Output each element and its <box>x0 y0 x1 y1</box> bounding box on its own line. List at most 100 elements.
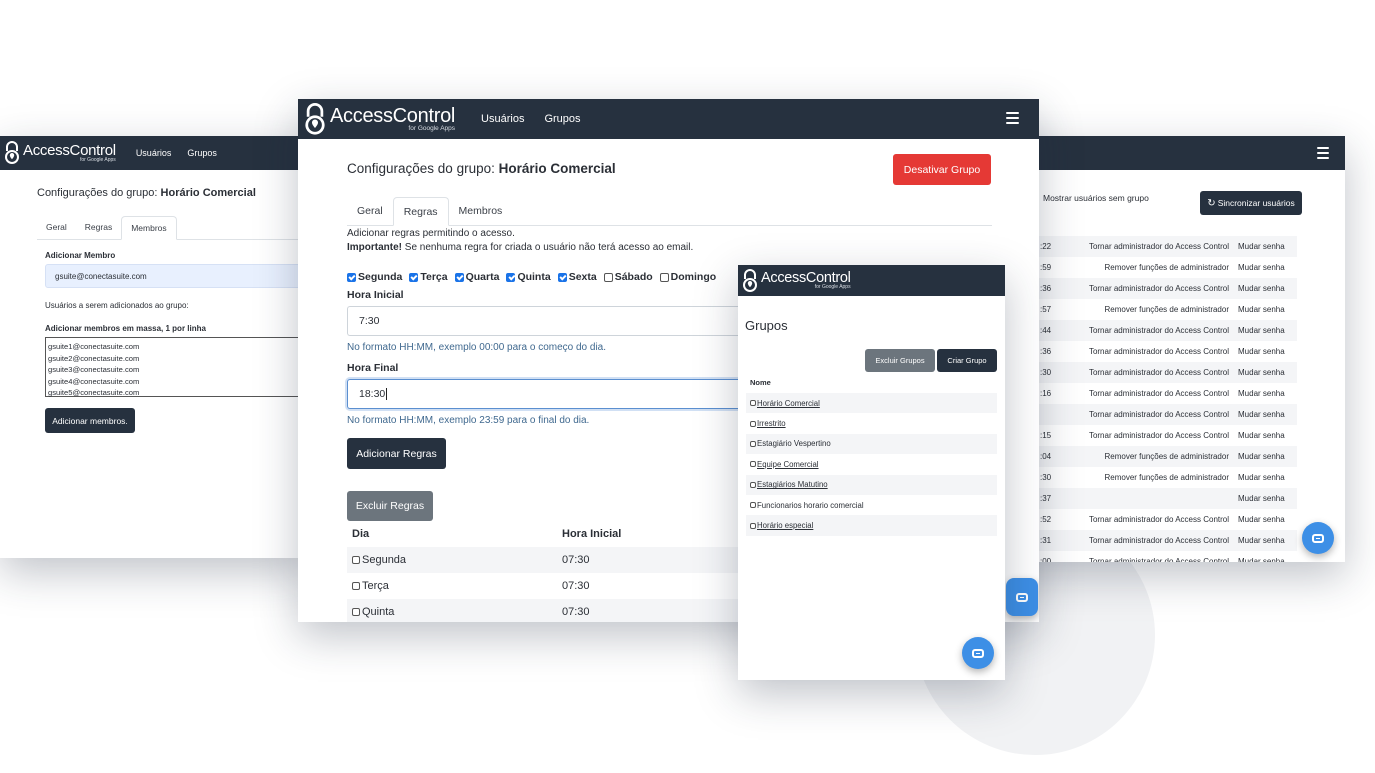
day-checkbox[interactable] <box>603 272 613 282</box>
row-change-password-link[interactable]: Mudar senha <box>1238 536 1285 545</box>
row-checkbox[interactable] <box>352 556 360 564</box>
row-admin-link[interactable]: Tornar administrador do Access Control <box>1089 284 1229 293</box>
day-checkbox[interactable] <box>347 272 356 282</box>
add-rules-button[interactable]: Adicionar Regras <box>347 438 446 469</box>
group-checkbox[interactable] <box>750 481 756 488</box>
chat-button[interactable] <box>1302 522 1334 554</box>
sync-users-button[interactable]: ↻ Sincronizar usuários <box>1200 191 1302 215</box>
day-checkbox[interactable] <box>409 272 419 282</box>
day-checkbox-item[interactable]: Sexta <box>557 271 597 283</box>
group-name-link[interactable]: Horário Comercial <box>757 399 820 408</box>
chat-button[interactable] <box>962 637 994 669</box>
row-time: :30 <box>1040 368 1052 377</box>
day-checkbox-item[interactable]: Domingo <box>659 271 716 283</box>
tab-membros[interactable]: Membros <box>121 216 177 240</box>
table-row: Segunda 07:30 <box>347 547 767 573</box>
group-checkbox[interactable] <box>750 461 756 468</box>
day-checkbox-item[interactable]: Sábado <box>603 271 653 283</box>
nav-users[interactable]: Usuários <box>481 113 524 125</box>
group-checkbox[interactable] <box>750 420 756 427</box>
row-admin-link[interactable]: Tornar administrador do Access Control <box>1089 557 1229 562</box>
group-row: Irrestrito <box>746 413 997 433</box>
end-time-input[interactable]: 18:30 <box>347 379 767 409</box>
table-row: :16 Tornar administrador do Access Contro… <box>1000 383 1297 404</box>
row-checkbox[interactable] <box>352 608 360 616</box>
tab-geral[interactable]: Geral <box>347 197 393 225</box>
day-checkbox-item[interactable]: Segunda <box>347 271 402 283</box>
day-checkbox[interactable] <box>454 272 464 282</box>
tab-membros[interactable]: Membros <box>449 197 513 225</box>
chat-icon <box>1312 533 1324 543</box>
group-name-link[interactable]: Estagiários Matutino <box>757 480 828 489</box>
row-change-password-link[interactable]: Mudar senha <box>1238 389 1285 398</box>
row-admin-link[interactable]: Tornar administrador do Access Control <box>1089 347 1229 356</box>
group-checkbox[interactable] <box>750 502 756 509</box>
tab-regras[interactable]: Regras <box>392 197 449 226</box>
delete-rules-button[interactable]: Excluir Regras <box>347 491 433 521</box>
row-change-password-link[interactable]: Mudar senha <box>1238 347 1285 356</box>
row-admin-link[interactable]: Remover funções de administrador <box>1104 452 1229 461</box>
group-checkbox[interactable] <box>750 400 756 407</box>
chat-button[interactable] <box>1006 578 1038 616</box>
row-change-password-link[interactable]: Mudar senha <box>1238 515 1285 524</box>
add-members-button[interactable]: Adicionar membros. <box>45 408 135 433</box>
row-checkbox[interactable] <box>352 582 360 590</box>
row-change-password-link[interactable]: Mudar senha <box>1238 431 1285 440</box>
day-checkbox-item[interactable]: Quinta <box>506 271 551 283</box>
row-change-password-link[interactable]: Mudar senha <box>1238 368 1285 377</box>
start-time-input[interactable]: 7:30 <box>347 306 767 336</box>
row-admin-link[interactable]: Tornar administrador do Access Control <box>1089 368 1229 377</box>
row-change-password-link[interactable]: Mudar senha <box>1238 473 1285 482</box>
row-admin-link[interactable]: Tornar administrador do Access Control <box>1089 389 1229 398</box>
menu-icon[interactable] <box>1317 147 1329 159</box>
important-text: Se nenhuma regra for criada o usuário nã… <box>402 242 694 253</box>
row-change-password-link[interactable]: Mudar senha <box>1238 305 1285 314</box>
tab-regras[interactable]: Regras <box>76 216 121 239</box>
row-admin-link[interactable]: Remover funções de administrador <box>1104 473 1229 482</box>
row-admin-link[interactable]: Tornar administrador do Access Control <box>1089 326 1229 335</box>
nav-groups[interactable]: Grupos <box>544 113 580 125</box>
day-checkbox[interactable] <box>659 272 669 282</box>
add-member-input[interactable]: gsuite@conectasuite.com <box>45 264 310 288</box>
row-change-password-link[interactable]: Mudar senha <box>1238 284 1285 293</box>
menu-icon[interactable] <box>1006 112 1019 124</box>
day-checkbox[interactable] <box>557 272 567 282</box>
nav-groups[interactable]: Grupos <box>187 148 217 158</box>
group-name-link[interactable]: Horário especial <box>757 521 813 530</box>
day-checkbox-item[interactable]: Quarta <box>454 271 499 283</box>
table-row: Terça 07:30 <box>347 573 767 599</box>
row-admin-link[interactable]: Remover funções de administrador <box>1104 263 1229 272</box>
group-name-link[interactable]: Irrestrito <box>757 419 786 428</box>
start-time-label: Hora Inicial <box>347 289 404 301</box>
row-admin-link[interactable]: Tornar administrador do Access Control <box>1089 242 1229 251</box>
nav-users[interactable]: Usuários <box>136 148 172 158</box>
delete-groups-button[interactable]: Excluir Grupos <box>865 349 935 372</box>
row-admin-link[interactable]: Tornar administrador do Access Control <box>1089 515 1229 524</box>
bulk-line: gsuite2@conectasuite.com <box>48 353 140 363</box>
row-change-password-link[interactable]: Mudar senha <box>1238 494 1285 503</box>
day-checkbox[interactable] <box>506 272 516 282</box>
create-group-button[interactable]: Criar Grupo <box>937 349 997 372</box>
group-name-link: Funcionarios horario comercial <box>757 500 864 510</box>
row-change-password-link[interactable]: Mudar senha <box>1238 242 1285 251</box>
group-checkbox[interactable] <box>750 522 756 529</box>
row-admin-link[interactable]: Remover funções de administrador <box>1104 305 1229 314</box>
row-admin-link[interactable]: Tornar administrador do Access Control <box>1089 410 1229 419</box>
row-admin-link[interactable]: Tornar administrador do Access Control <box>1089 536 1229 545</box>
row-change-password-link[interactable]: Mudar senha <box>1238 326 1285 335</box>
brand-name: AccessControl <box>23 142 116 159</box>
tab-geral[interactable]: Geral <box>37 216 76 239</box>
deactivate-group-button[interactable]: Desativar Grupo <box>893 154 991 185</box>
row-admin-link[interactable]: Tornar administrador do Access Control <box>1089 431 1229 440</box>
row-change-password-link[interactable]: Mudar senha <box>1238 410 1285 419</box>
show-without-group-label[interactable]: Mostrar usuários sem grupo <box>1043 193 1149 203</box>
group-name-link[interactable]: Equipe Comercial <box>757 460 819 469</box>
row-change-password-link[interactable]: Mudar senha <box>1238 452 1285 461</box>
group-checkbox[interactable] <box>750 440 756 447</box>
day-checkbox-item[interactable]: Terça <box>409 271 448 283</box>
row-change-password-link[interactable]: Mudar senha <box>1238 263 1285 272</box>
start-time-help: No formato HH:MM, exemplo 00:00 para o c… <box>347 342 607 353</box>
row-change-password-link[interactable]: Mudar senha <box>1238 557 1285 562</box>
important-note: Importante! Se nenhuma regra for criada … <box>347 242 693 253</box>
bulk-add-textarea[interactable]: gsuite1@conectasuite.com gsuite2@conecta… <box>45 337 310 397</box>
